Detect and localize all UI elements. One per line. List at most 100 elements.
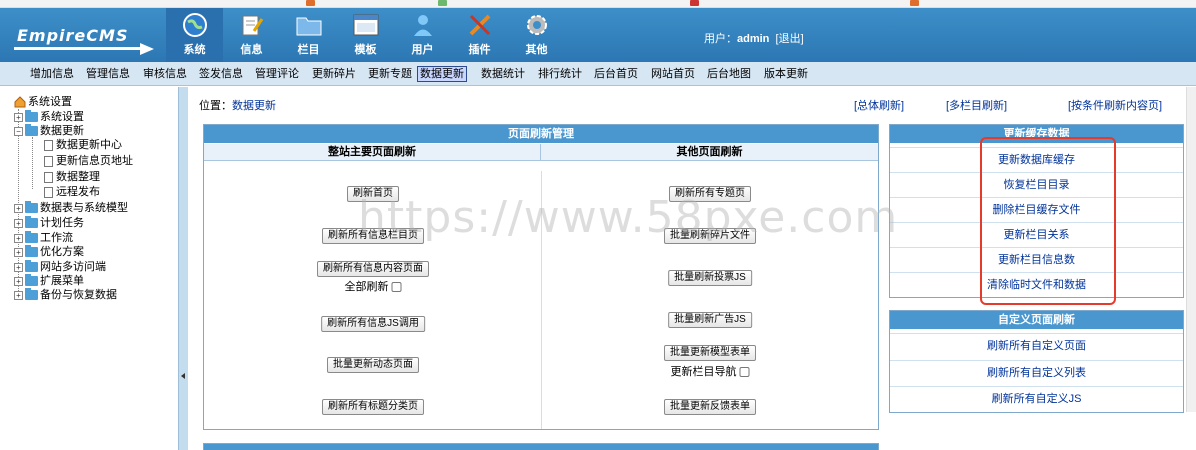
- subnav-add-info[interactable]: 增加信息: [28, 66, 76, 82]
- collapse-left-icon[interactable]: [181, 373, 185, 379]
- tree-label: 系统设置: [28, 96, 72, 108]
- expand-icon[interactable]: +: [14, 203, 23, 213]
- column-header-other: 其他页面刷新: [541, 144, 878, 161]
- update-dynamic-pages-button[interactable]: 批量更新动态页面: [327, 357, 419, 373]
- expand-icon[interactable]: +: [14, 262, 23, 272]
- breadcrumb-label: 位置：: [199, 100, 232, 112]
- subnav-manage-info[interactable]: 管理信息: [84, 66, 132, 82]
- subnav-admin-map[interactable]: 后台地图: [705, 66, 753, 82]
- expand-icon[interactable]: +: [14, 112, 23, 122]
- tree-item-data-cleanup[interactable]: 数据整理: [44, 170, 100, 184]
- subnav-review-info[interactable]: 审核信息: [141, 66, 189, 82]
- tree-item-system-settings[interactable]: + 系统设置: [14, 110, 84, 124]
- refresh-home-button[interactable]: 刷新首页: [347, 186, 399, 202]
- tree-item-data-update-center[interactable]: 数据更新中心: [44, 138, 122, 152]
- tree-item-multi-access[interactable]: + 网站多访问端: [14, 260, 106, 274]
- expand-icon[interactable]: +: [14, 276, 23, 286]
- refresh-ad-js-button[interactable]: 批量刷新广告JS: [668, 312, 752, 328]
- nav-column[interactable]: 栏目: [280, 8, 337, 62]
- collapse-icon[interactable]: −: [14, 126, 23, 136]
- subnav-version-update[interactable]: 版本更新: [762, 66, 810, 82]
- tree-label: 数据整理: [56, 171, 100, 183]
- update-model-forms-button[interactable]: 批量更新模型表单: [664, 345, 756, 361]
- tree-item-data-tables[interactable]: + 数据表与系统模型: [14, 201, 128, 215]
- nav-template[interactable]: 模板: [337, 8, 394, 62]
- expand-icon[interactable]: +: [14, 233, 23, 243]
- tree-item-remote-publish[interactable]: 远程发布: [44, 185, 100, 199]
- nav-system[interactable]: 系统: [166, 8, 223, 62]
- folder-icon: [25, 110, 38, 122]
- full-refresh-option[interactable]: 全部刷新: [345, 278, 402, 294]
- subnav-rank-stats[interactable]: 排行统计: [536, 66, 584, 82]
- column-divider: [541, 171, 542, 429]
- refresh-all-content-button[interactable]: 刷新所有信息内容页面: [317, 261, 429, 277]
- column-header-main: 整站主要页面刷新: [204, 144, 541, 161]
- nav-user[interactable]: 用户: [394, 8, 451, 62]
- next-panel: [203, 443, 879, 450]
- full-refresh-checkbox[interactable]: [391, 282, 402, 293]
- nav-other[interactable]: 其他: [508, 8, 565, 62]
- refresh-fragments-button[interactable]: 批量刷新碎片文件: [664, 228, 756, 244]
- tree-item-extended-menu[interactable]: + 扩展菜单: [14, 274, 84, 288]
- refresh-custom-pages-link[interactable]: 刷新所有自定义页面: [890, 333, 1183, 358]
- refresh-custom-js-link[interactable]: 刷新所有自定义JS: [890, 386, 1183, 411]
- refresh-all-topics-button[interactable]: 刷新所有专题页: [669, 186, 751, 202]
- conditional-refresh-link[interactable]: [按条件刷新内容页]: [1068, 97, 1162, 113]
- expand-icon[interactable]: +: [14, 218, 23, 228]
- refresh-all-columns-button[interactable]: 刷新所有信息栏目页: [322, 228, 424, 244]
- tree-label: 工作流: [40, 232, 73, 244]
- empirecms-logo[interactable]: EmpireCMS: [14, 20, 156, 56]
- page-icon: [44, 171, 53, 183]
- multi-column-refresh-link[interactable]: [多栏目刷新]: [946, 97, 1007, 113]
- subnav-update-fragments[interactable]: 更新碎片: [310, 66, 358, 82]
- tree-item-optimization[interactable]: + 优化方案: [14, 245, 84, 259]
- subnav-update-topics[interactable]: 更新专题: [366, 66, 414, 82]
- bookmark-icon: [438, 0, 447, 6]
- column-nav-checkbox[interactable]: [739, 367, 750, 378]
- panel-splitter[interactable]: [178, 87, 188, 450]
- notepad-icon: [238, 12, 266, 38]
- nav-plugin[interactable]: 插件: [451, 8, 508, 62]
- full-refresh-label: 全部刷新: [344, 281, 389, 293]
- tree-item-data-update[interactable]: − 数据更新: [14, 124, 84, 138]
- folder-icon: [25, 216, 38, 228]
- tree-label: 计划任务: [40, 217, 84, 229]
- tree-label: 数据更新: [40, 125, 84, 137]
- overall-refresh-link[interactable]: [总体刷新]: [854, 97, 904, 113]
- tree-item-update-info-url[interactable]: 更新信息页地址: [44, 154, 133, 168]
- tree-root[interactable]: 系统设置: [14, 95, 72, 109]
- subnav-site-home[interactable]: 网站首页: [649, 66, 697, 82]
- subnav-admin-home[interactable]: 后台首页: [592, 66, 640, 82]
- subnav-manage-comments[interactable]: 管理评论: [253, 66, 301, 82]
- page-refresh-panel: 页面刷新管理 整站主要页面刷新 其他页面刷新 刷新首页 刷新所有信息栏目页 刷新…: [203, 124, 879, 430]
- refresh-title-category-button[interactable]: 刷新所有标题分类页: [322, 399, 424, 415]
- refresh-custom-lists-link[interactable]: 刷新所有自定义列表: [890, 360, 1183, 385]
- tree-item-workflow[interactable]: + 工作流: [14, 231, 73, 245]
- breadcrumb-link[interactable]: 数据更新: [232, 100, 276, 112]
- refresh-vote-js-button[interactable]: 批量刷新投票JS: [668, 270, 752, 286]
- tree-label: 优化方案: [40, 246, 84, 258]
- page-icon: [44, 139, 53, 151]
- expand-icon[interactable]: +: [14, 247, 23, 257]
- folder-icon: [25, 288, 38, 300]
- column-nav-option[interactable]: 更新栏目导航: [671, 363, 750, 379]
- nav-label: 信息: [240, 44, 263, 56]
- bookmark-icon: [306, 0, 315, 6]
- subnav-sign-info[interactable]: 签发信息: [197, 66, 245, 82]
- right-scrollbar[interactable]: [1186, 87, 1196, 412]
- subnav-data-stats[interactable]: 数据统计: [479, 66, 527, 82]
- username: admin: [737, 33, 770, 45]
- nav-info[interactable]: 信息: [223, 8, 280, 62]
- expand-icon[interactable]: +: [14, 290, 23, 300]
- logout-link[interactable]: [退出]: [776, 33, 804, 45]
- home-icon: [14, 96, 26, 108]
- tree-item-scheduled-tasks[interactable]: + 计划任务: [14, 216, 84, 230]
- subnav-data-update[interactable]: 数据更新: [417, 66, 467, 82]
- update-feedback-forms-button[interactable]: 批量更新反馈表单: [664, 399, 756, 415]
- tools-icon: [466, 12, 494, 38]
- tree-guide: [32, 137, 33, 189]
- tree-item-backup-restore[interactable]: + 备份与恢复数据: [14, 288, 117, 302]
- highlight-box: [980, 137, 1116, 305]
- refresh-js-button[interactable]: 刷新所有信息JS调用: [321, 316, 425, 332]
- folder-icon: [25, 201, 38, 213]
